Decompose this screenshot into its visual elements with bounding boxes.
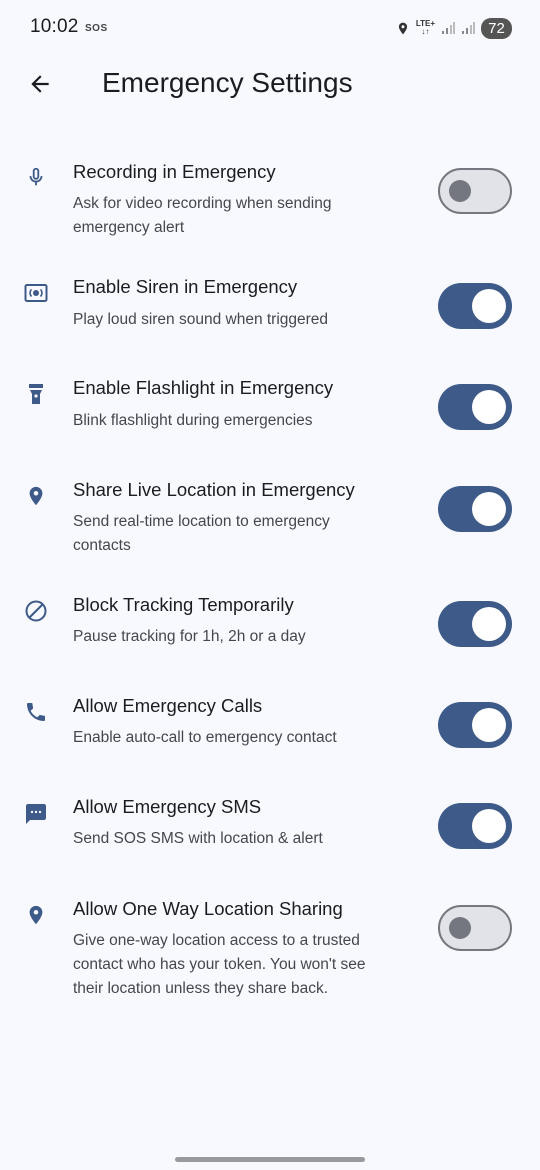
setting-title: Enable Flashlight in Emergency xyxy=(73,377,334,398)
flashlight-icon xyxy=(23,381,49,407)
setting-row-emergency-sms[interactable]: Allow Emergency SMS Send SOS SMS with lo… xyxy=(0,793,540,857)
app-bar: Emergency Settings xyxy=(0,56,540,114)
location-pin-icon xyxy=(23,483,49,509)
back-button[interactable] xyxy=(20,64,60,104)
setting-row-live-location[interactable]: Share Live Location in Emergency Send re… xyxy=(0,476,540,566)
setting-description: Play loud siren sound when triggered xyxy=(73,311,329,328)
flashlight-toggle[interactable] xyxy=(438,384,512,430)
signal-icon-1 xyxy=(441,21,455,35)
location-pin-icon xyxy=(23,902,49,928)
network-type: LTE+ ↓↑ xyxy=(415,19,435,36)
setting-row-one-way-location[interactable]: Allow One Way Location Sharing Give one-… xyxy=(0,895,540,1005)
setting-title: Allow One Way Location Sharing xyxy=(73,898,343,919)
setting-description: Send real-time location to emergency con… xyxy=(73,513,330,554)
setting-description: Enable auto-call to emergency contact xyxy=(73,729,337,746)
block-icon xyxy=(23,598,49,624)
setting-description: Give one-way location access to a truste… xyxy=(73,932,366,997)
microphone-icon xyxy=(23,164,49,190)
signal-icon-2 xyxy=(461,21,475,35)
gesture-nav-handle[interactable] xyxy=(175,1157,365,1162)
setting-description: Blink flashlight during emergencies xyxy=(73,412,313,429)
setting-row-flashlight[interactable]: Enable Flashlight in Emergency Blink fla… xyxy=(0,374,540,438)
live-location-toggle[interactable] xyxy=(438,486,512,532)
toggle-knob xyxy=(472,809,506,843)
arrow-back-icon xyxy=(31,75,49,93)
setting-title: Enable Siren in Emergency xyxy=(73,276,298,297)
setting-title: Block Tracking Temporarily xyxy=(73,594,294,615)
setting-row-siren[interactable]: Enable Siren in Emergency Play loud sire… xyxy=(0,273,540,337)
emergency-calls-toggle[interactable] xyxy=(438,702,512,748)
toggle-knob xyxy=(472,289,506,323)
setting-title: Recording in Emergency xyxy=(73,161,276,182)
setting-title: Allow Emergency Calls xyxy=(73,695,263,716)
page-title: Emergency Settings xyxy=(102,67,353,98)
status-sos-indicator: SOS xyxy=(85,23,108,34)
block-tracking-toggle[interactable] xyxy=(438,601,512,647)
recording-toggle[interactable] xyxy=(438,168,512,214)
setting-title: Allow Emergency SMS xyxy=(73,796,262,817)
location-status-icon xyxy=(396,20,410,37)
siren-icon xyxy=(23,280,49,306)
toggle-knob xyxy=(472,390,506,424)
emergency-sms-toggle[interactable] xyxy=(438,803,512,849)
setting-title: Share Live Location in Emergency xyxy=(73,479,355,500)
one-way-location-toggle[interactable] xyxy=(438,905,512,951)
toggle-knob xyxy=(472,607,506,641)
siren-toggle[interactable] xyxy=(438,283,512,329)
toggle-knob xyxy=(472,708,506,742)
toggle-knob xyxy=(449,180,471,202)
sms-icon xyxy=(23,801,49,827)
phone-icon xyxy=(23,699,49,725)
setting-row-recording[interactable]: Recording in Emergency Ask for video rec… xyxy=(0,158,540,248)
status-icons: LTE+ ↓↑ 72 xyxy=(396,16,512,40)
setting-description: Ask for video recording when sending eme… xyxy=(73,195,332,236)
toggle-knob xyxy=(472,492,506,526)
battery-indicator: 72 xyxy=(481,17,512,39)
setting-description: Send SOS SMS with location & alert xyxy=(73,830,323,847)
toggle-knob xyxy=(449,917,471,939)
setting-description: Pause tracking for 1h, 2h or a day xyxy=(73,628,306,645)
status-time: 10:02 xyxy=(30,16,79,37)
status-bar: 10:02 SOS LTE+ ↓↑ 72 xyxy=(0,0,540,56)
setting-row-block-tracking[interactable]: Block Tracking Temporarily Pause trackin… xyxy=(0,591,540,655)
setting-row-emergency-calls[interactable]: Allow Emergency Calls Enable auto-call t… xyxy=(0,692,540,756)
